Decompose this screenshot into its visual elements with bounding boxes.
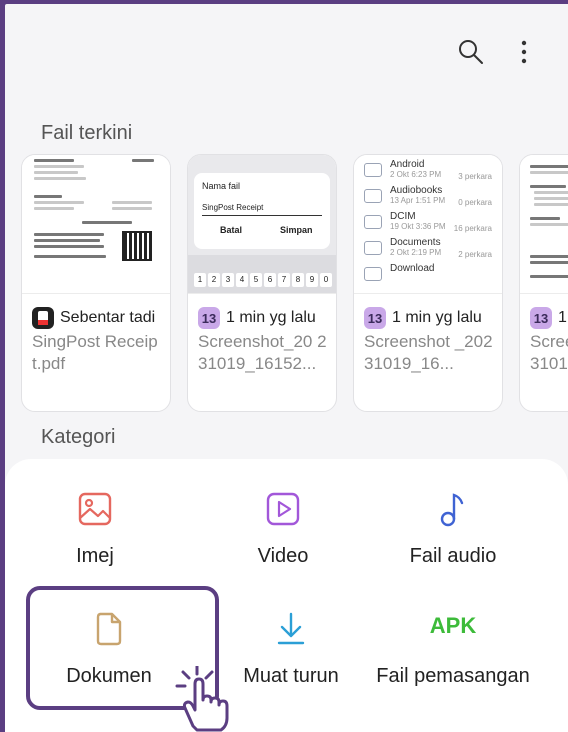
folder-icon (364, 163, 382, 177)
tap-hand-icon (175, 666, 229, 732)
folder-icon (364, 267, 382, 281)
folder-name: Documents (390, 237, 441, 248)
folder-name: Audiobooks (390, 185, 443, 196)
file-thumbnail (22, 155, 170, 294)
category-label: Imej (76, 545, 114, 567)
recent-file-card[interactable]: Android 2 Okt 6:23 PM 3 perkara Audiobooks 1… (353, 154, 503, 412)
dialog-cancel: Batal (220, 225, 243, 235)
file-time: 1 min yg lalu (392, 309, 482, 326)
folder-icon (364, 215, 382, 229)
keyboard-key: 4 (236, 273, 248, 287)
folder-name: Android (390, 159, 425, 170)
keyboard-key: 6 (264, 273, 276, 287)
screenshot-app-icon: 13 (198, 307, 220, 329)
folder-row: Android 2 Okt 6:23 PM (364, 159, 441, 179)
file-name: Screenshot_20 231019_16... (530, 332, 568, 373)
folder-date: 2 Okt 6:23 PM (390, 170, 442, 179)
folder-icon (364, 241, 382, 255)
folder-count: 3 perkara (458, 172, 492, 181)
dialog-value: SingPost Receipt (202, 203, 264, 212)
recent-file-card[interactable]: Sebentar tadi SingPost Receipt.pdf (21, 154, 171, 412)
file-time: Sebentar tadi (60, 309, 156, 326)
keyboard-row: 1234567890 (194, 273, 332, 287)
keyboard-key: 9 (306, 273, 318, 287)
download-icon (277, 612, 305, 645)
folder-count: 2 perkara (458, 250, 492, 259)
keyboard-key: 8 (292, 273, 304, 287)
file-time: 1 min yg lalu (226, 309, 316, 326)
keyboard-key: 5 (250, 273, 262, 287)
folder-row: Download (364, 263, 434, 281)
screen: Fail terkini Sebentar tadi SingPost Rece… (5, 4, 568, 732)
category-label: Fail audio (409, 545, 497, 567)
folder-row: Documents 2 Okt 2:19 PM (364, 237, 441, 257)
recent-files-list: Sebentar tadi SingPost Receipt.pdf Nama … (21, 154, 568, 414)
music-note-icon (440, 493, 464, 527)
folder-date: 13 Apr 1:51 PM (390, 196, 446, 205)
category-label: Fail pemasangan (376, 665, 530, 687)
folder-icon (364, 189, 382, 203)
screenshot-app-icon: 13 (530, 307, 552, 329)
keyboard-key: 7 (278, 273, 290, 287)
folder-row: DCIM 19 Okt 3:36 PM (364, 211, 446, 231)
folder-date: 19 Okt 3:36 PM (390, 222, 446, 231)
category-installation-files[interactable]: APK Fail pemasangan (353, 601, 553, 721)
file-name: Screenshot _20231019_16... (364, 332, 493, 373)
file-time: 1 min yg lalu (558, 309, 568, 326)
apk-icon: APK (429, 613, 477, 638)
folder-date: 2 Okt 2:19 PM (390, 248, 442, 257)
video-icon (266, 492, 300, 526)
more-options-icon[interactable] (517, 38, 531, 66)
recent-file-card[interactable]: Nama fail SingPost Receipt Batal Simpan … (187, 154, 337, 412)
file-thumbnail (520, 155, 568, 294)
category-label: Video (257, 545, 309, 567)
folder-row: Audiobooks 13 Apr 1:51 PM (364, 185, 445, 205)
file-name: SingPost Receipt.pdf (32, 332, 158, 373)
keyboard-key: 3 (222, 273, 234, 287)
search-icon[interactable] (457, 38, 485, 66)
categories-title: Kategori (41, 426, 116, 448)
folder-name: DCIM (390, 211, 416, 222)
dialog-label: Nama fail (202, 181, 241, 191)
category-video[interactable]: Video (193, 483, 373, 603)
category-audio[interactable]: Fail audio (353, 483, 553, 603)
keyboard-key: 0 (320, 273, 332, 287)
file-name: Screenshot_20 231019_16152... (198, 332, 327, 373)
folder-count: 0 perkara (458, 198, 492, 207)
image-icon (78, 492, 112, 526)
category-images[interactable]: Imej (5, 483, 185, 603)
file-thumbnail: Nama fail SingPost Receipt Batal Simpan … (188, 155, 336, 294)
folder-count: 16 perkara (453, 224, 492, 233)
recent-files-title: Fail terkini (41, 122, 133, 144)
keyboard-key: 2 (208, 273, 220, 287)
recent-file-card[interactable]: 13 1 min yg lalu Screenshot_20 231019_16… (519, 154, 568, 412)
singpost-app-icon (32, 307, 54, 329)
dialog-save: Simpan (280, 225, 313, 235)
screenshot-app-icon: 13 (364, 307, 386, 329)
file-thumbnail: Android 2 Okt 6:23 PM 3 perkara Audiobooks 1… (354, 155, 502, 294)
keyboard-key: 1 (194, 273, 206, 287)
folder-name: Download (390, 263, 435, 274)
